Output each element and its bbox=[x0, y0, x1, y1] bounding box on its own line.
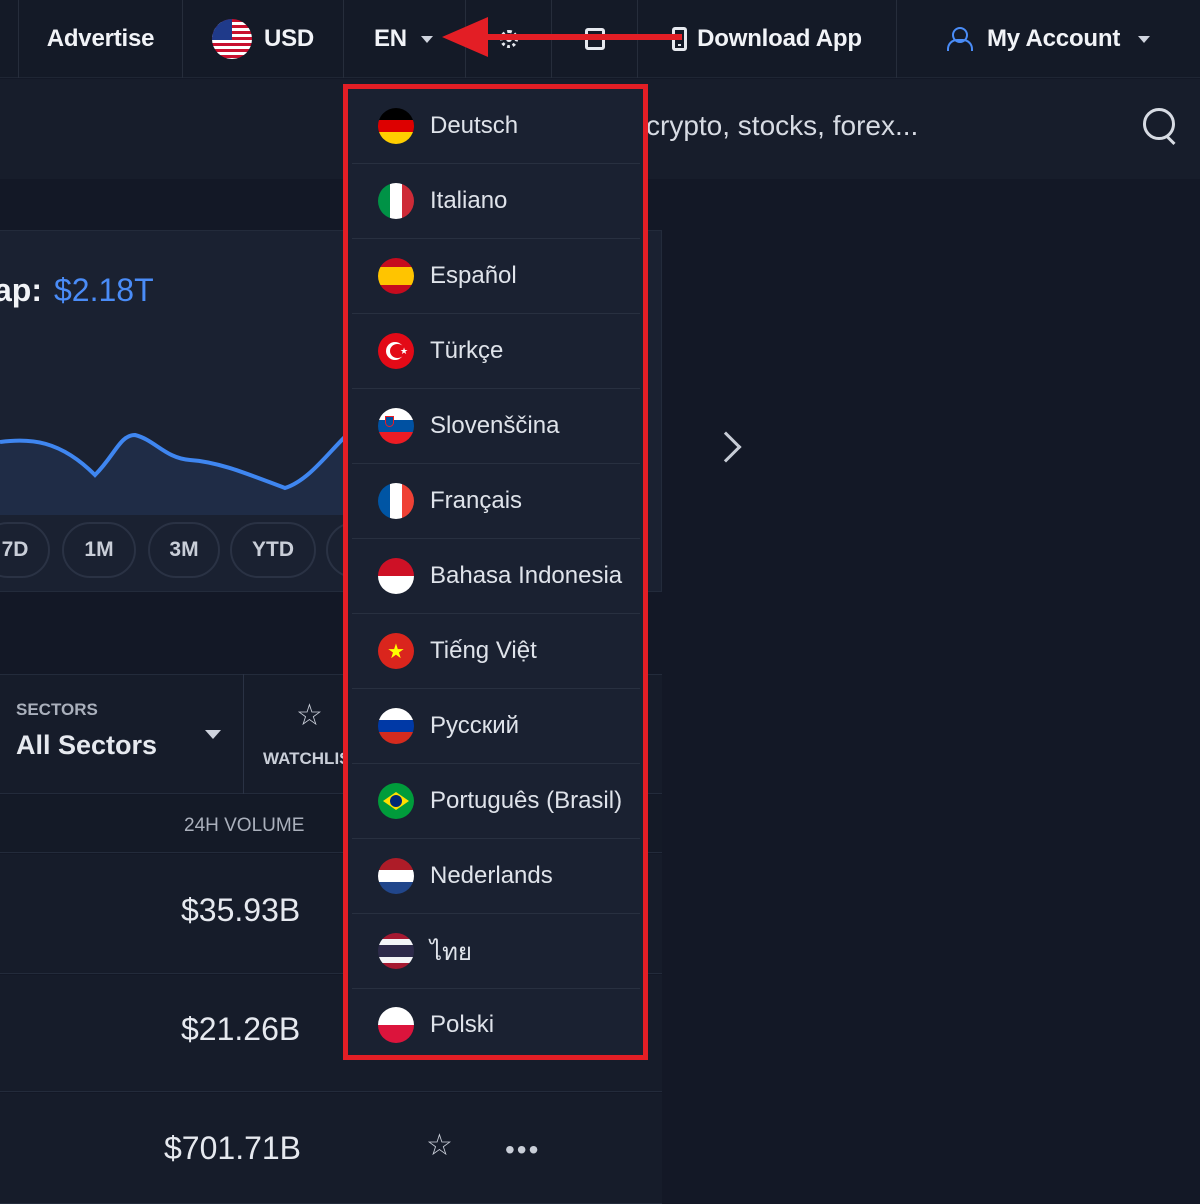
language-option-bahasa-indonesia[interactable]: Bahasa Indonesia bbox=[352, 539, 640, 614]
search-input[interactable]: crypto, stocks, forex... bbox=[646, 110, 918, 142]
language-option-thai[interactable]: ไทย bbox=[352, 914, 640, 989]
netherlands-flag-icon bbox=[378, 858, 414, 894]
annotation-arrow-line bbox=[482, 34, 682, 40]
annotation-arrow-head bbox=[442, 17, 488, 57]
my-account-label: My Account bbox=[987, 25, 1121, 52]
language-option-label: Tiếng Việt bbox=[430, 637, 537, 664]
language-option-label: Bahasa Indonesia bbox=[430, 562, 623, 589]
language-option-francais[interactable]: Français bbox=[352, 464, 640, 539]
language-option-label: Português (Brasil) bbox=[430, 787, 623, 814]
vietnam-flag-icon: ★ bbox=[378, 633, 414, 669]
watchlist-tab[interactable]: WATCHLIST bbox=[263, 749, 343, 769]
indonesia-flag-icon bbox=[378, 558, 414, 594]
market-cap-sparkline bbox=[0, 430, 350, 515]
slovenia-flag-icon bbox=[378, 408, 414, 444]
search-icon[interactable] bbox=[1143, 108, 1177, 144]
currency-selector[interactable]: USD bbox=[182, 0, 343, 78]
language-option-label: Français bbox=[430, 487, 523, 514]
language-option-espanol[interactable]: Español bbox=[352, 239, 640, 314]
spain-flag-icon bbox=[378, 258, 414, 294]
russia-flag-icon bbox=[378, 708, 414, 744]
language-option-label: Italiano bbox=[430, 187, 508, 214]
germany-flag-icon bbox=[378, 108, 414, 144]
advertise-link[interactable]: Advertise bbox=[18, 0, 182, 78]
range-label: YTD bbox=[252, 538, 294, 561]
language-option-label: Slovenščina bbox=[430, 412, 560, 439]
chevron-down-icon bbox=[1138, 35, 1151, 43]
sectors-caption: SECTORS bbox=[16, 700, 98, 719]
market-cap-label: ap: bbox=[0, 272, 42, 308]
my-account-menu[interactable]: My Account bbox=[896, 0, 1200, 78]
download-app-label: Download App bbox=[697, 25, 862, 52]
language-option-polski[interactable]: Polski bbox=[352, 989, 640, 1061]
chevron-down-icon[interactable] bbox=[205, 730, 221, 739]
language-option-label: Deutsch bbox=[430, 112, 519, 139]
language-option-deutsch[interactable]: Deutsch bbox=[352, 89, 640, 164]
language-label: EN bbox=[374, 25, 407, 52]
chevron-right-icon[interactable] bbox=[710, 431, 742, 463]
chevron-down-icon bbox=[420, 35, 433, 43]
star-icon[interactable]: ☆ bbox=[426, 1128, 453, 1163]
market-cap-value: $2.18T bbox=[54, 272, 154, 308]
thailand-flag-icon bbox=[378, 933, 414, 969]
poland-flag-icon bbox=[378, 1007, 414, 1043]
user-icon bbox=[947, 27, 973, 51]
volume-column-header[interactable]: 24H VOLUME bbox=[184, 815, 304, 837]
language-option-slovenscina[interactable]: Slovenščina bbox=[352, 389, 640, 464]
range-button-1m[interactable]: 1M bbox=[62, 522, 136, 578]
advertise-label: Advertise bbox=[46, 25, 155, 52]
france-flag-icon bbox=[378, 483, 414, 519]
currency-label: USD bbox=[263, 25, 315, 52]
table-row[interactable] bbox=[0, 1093, 662, 1204]
language-option-label: Polski bbox=[430, 1011, 495, 1038]
language-option-label: Español bbox=[430, 262, 517, 289]
brazil-flag-icon bbox=[378, 783, 414, 819]
range-button-ytd[interactable]: YTD bbox=[230, 522, 316, 578]
range-label: 3M bbox=[169, 538, 199, 561]
language-option-label: Nederlands bbox=[430, 862, 553, 889]
language-option-italiano[interactable]: Italiano bbox=[352, 164, 640, 239]
language-option-nederlands[interactable]: Nederlands bbox=[352, 839, 640, 914]
language-option-turkce[interactable]: ★ Türkçe bbox=[352, 314, 640, 389]
language-option-tieng-viet[interactable]: ★ Tiếng Việt bbox=[352, 614, 640, 689]
italy-flag-icon bbox=[378, 183, 414, 219]
language-option-label: Русский bbox=[430, 712, 520, 739]
volume-cell: $35.93B bbox=[181, 892, 301, 928]
star-icon[interactable]: ☆ bbox=[296, 698, 323, 733]
sectors-dropdown[interactable]: All Sectors bbox=[16, 730, 157, 761]
us-flag-icon bbox=[211, 19, 252, 59]
language-dropdown: Deutsch Italiano Español ★ Türkçe Sloven… bbox=[343, 84, 648, 1060]
language-option-label: Türkçe bbox=[430, 337, 504, 364]
range-button-3m[interactable]: 3M bbox=[148, 522, 220, 578]
turkey-flag-icon: ★ bbox=[378, 333, 414, 369]
language-option-portugues-brasil[interactable]: Português (Brasil) bbox=[352, 764, 640, 839]
range-label: 1M bbox=[84, 538, 114, 561]
volume-cell: $701.71B bbox=[164, 1130, 302, 1166]
range-label: 7D bbox=[1, 538, 29, 561]
divider bbox=[243, 674, 244, 794]
more-options-icon[interactable]: ••• bbox=[505, 1134, 540, 1166]
language-option-russian[interactable]: Русский bbox=[352, 689, 640, 764]
language-option-label: ไทย bbox=[430, 938, 472, 966]
volume-cell: $21.26B bbox=[181, 1011, 301, 1047]
